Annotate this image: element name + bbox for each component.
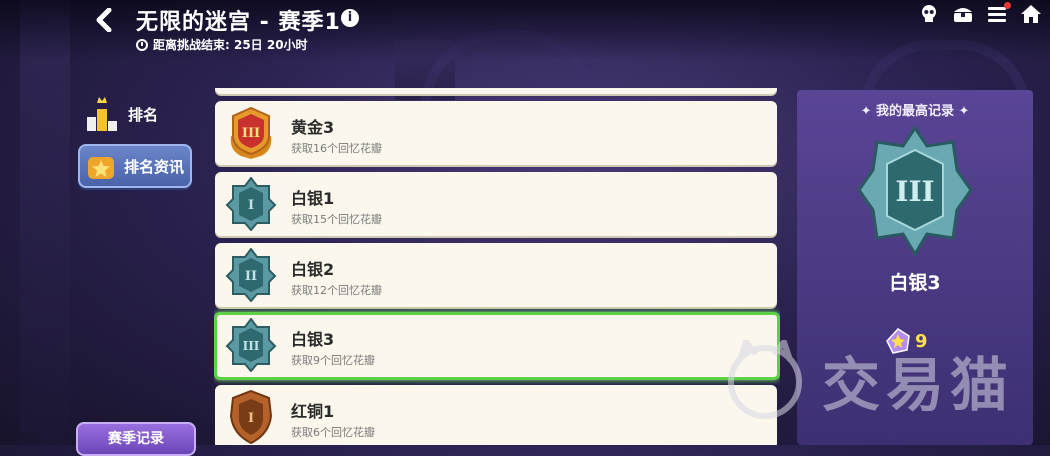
- rank-name: 白银3: [291, 330, 335, 349]
- svg-text:III: III: [243, 339, 260, 353]
- top-bar: 无限的迷宫 - 赛季1 i 距离挑战结束: 25日 20小时: [0, 0, 1050, 60]
- countdown-text: 距离挑战结束: 25日 20小时: [153, 38, 308, 52]
- season-record-button[interactable]: 赛季记录: [76, 422, 196, 456]
- svg-text:III: III: [895, 175, 934, 208]
- rank-requirement: 获取6个回忆花瓣: [291, 426, 375, 439]
- rank-name: 白银1: [291, 189, 335, 208]
- svg-text:I: I: [248, 198, 254, 213]
- sidebar-item-label: 排名: [128, 105, 159, 124]
- gold-rank-badge-icon: III: [230, 106, 272, 159]
- background-pillar: [20, 0, 70, 445]
- silver-rank-large-badge-icon: III: [857, 126, 973, 256]
- sidebar-item-ranking-info[interactable]: 排名资讯: [78, 144, 192, 188]
- trophy-bars-icon: [87, 97, 117, 131]
- top-icon-bar: [918, 2, 1042, 25]
- rank-list[interactable]: III 黄金3 获取16个回忆花瓣 I 白银1 获取15个回忆花瓣 II 白银2…: [214, 88, 780, 445]
- chest-icon[interactable]: [952, 3, 974, 25]
- silver-rank-badge-icon: II: [225, 248, 277, 302]
- silver-rank-badge-icon: I: [225, 177, 277, 231]
- rank-name: 红铜1: [291, 402, 335, 421]
- notification-dot: [1004, 2, 1011, 9]
- rank-requirement: 获取16个回忆花瓣: [291, 142, 382, 155]
- home-icon[interactable]: [1020, 3, 1042, 25]
- rank-requirement: 获取15个回忆花瓣: [291, 213, 382, 226]
- silver-rank-badge-icon: III: [225, 318, 277, 372]
- svg-text:III: III: [242, 126, 260, 141]
- page-title: 无限的迷宫 - 赛季1: [136, 10, 341, 35]
- menu-icon[interactable]: [986, 2, 1011, 25]
- best-record-title: ✦ 我的最高记录 ✦: [860, 104, 970, 119]
- rank-card[interactable]: III 黄金3 获取16个回忆花瓣: [215, 101, 777, 165]
- star-crown-icon: [88, 157, 114, 179]
- rank-card[interactable]: I 红铜1 获取6个回忆花瓣: [215, 385, 777, 445]
- best-rank-name: 白银3: [889, 272, 941, 294]
- rank-card-partial: [215, 88, 777, 94]
- cat-logo-icon: [728, 340, 802, 419]
- rank-requirement: 获取9个回忆花瓣: [291, 354, 375, 367]
- rank-card-selected[interactable]: III 白银3 获取9个回忆花瓣: [214, 312, 780, 380]
- skull-icon[interactable]: [918, 3, 940, 25]
- rank-card[interactable]: II 白银2 获取12个回忆花瓣: [215, 243, 777, 307]
- back-arrow-icon: [96, 8, 112, 32]
- sidebar-item-ranking[interactable]: 排名: [78, 92, 192, 136]
- rank-requirement: 获取12个回忆花瓣: [291, 284, 382, 297]
- bronze-rank-badge-icon: I: [229, 390, 273, 444]
- svg-text:II: II: [245, 269, 257, 284]
- rank-name: 白银2: [291, 260, 335, 279]
- rank-card[interactable]: I 白银1 获取15个回忆花瓣: [215, 172, 777, 236]
- challenge-countdown: 距离挑战结束: 25日 20小时: [136, 36, 308, 53]
- svg-text:I: I: [248, 411, 254, 426]
- sidebar-item-label: 排名资讯: [124, 157, 185, 176]
- watermark: 交易猫: [720, 338, 1014, 422]
- info-icon[interactable]: i: [341, 9, 359, 27]
- clock-icon: [136, 38, 148, 51]
- back-button[interactable]: [88, 5, 120, 35]
- watermark-text: 交易猫: [822, 351, 1015, 419]
- rank-name: 黄金3: [291, 118, 335, 137]
